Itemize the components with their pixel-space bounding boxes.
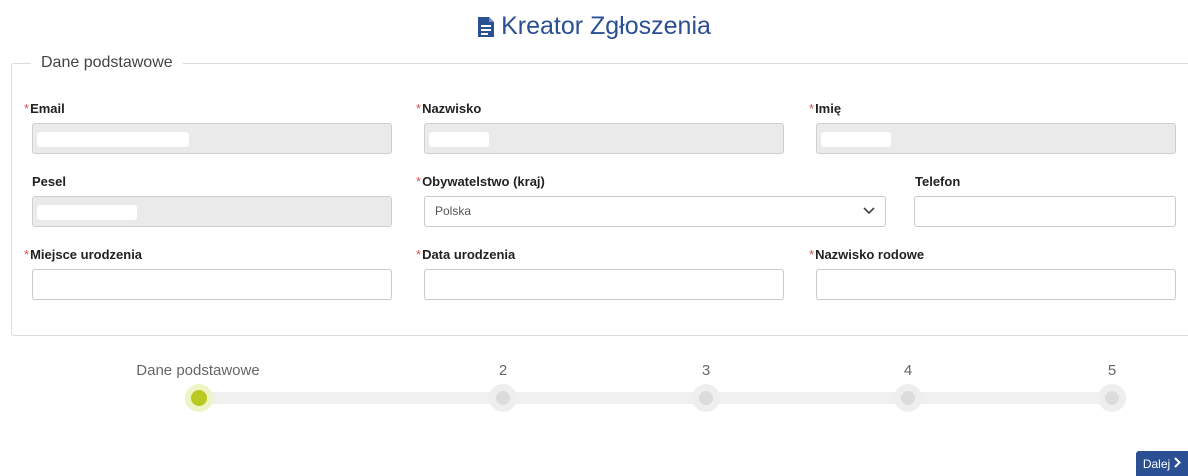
data-urodzenia-label: *Data urodzenia [416,247,516,262]
pesel-field[interactable] [32,196,392,227]
nazwisko-rodowe-field[interactable] [816,269,1176,300]
nazwisko-field[interactable] [424,123,784,154]
stepper-track [199,392,1113,404]
redacted-value [37,205,137,220]
page-title-text: Kreator Zgłoszenia [501,12,711,40]
step-label-3: 3 [701,362,711,379]
step-label-5: 5 [1107,362,1117,379]
next-button-label: Dalej [1142,456,1171,471]
step-label-4: 4 [903,362,913,379]
step-dot-3[interactable] [692,384,720,412]
redacted-value [429,132,489,147]
pesel-label: Pesel [32,174,66,189]
redacted-value [821,132,891,147]
section-legend: Dane podstawowe [31,54,183,72]
obywatelstwo-value: Polska [435,204,472,218]
step-dot-5[interactable] [1098,384,1126,412]
telefon-field[interactable] [914,196,1176,227]
email-label: *Email [24,101,65,116]
step-dot-1[interactable] [185,384,213,412]
page-title: Kreator Zgłoszenia [0,12,1188,41]
nazwisko-rodowe-label: *Nazwisko rodowe [809,247,925,262]
miejsce-urodzenia-label: *Miejsce urodzenia [24,247,143,262]
miejsce-urodzenia-field[interactable] [32,269,392,300]
obywatelstwo-label: *Obywatelstwo (kraj) [416,174,545,189]
document-icon [477,16,495,38]
chevron-down-icon [863,197,875,226]
step-label-2: 2 [498,362,508,379]
imie-field[interactable] [816,123,1176,154]
imie-label: *Imię [809,101,842,116]
next-button[interactable]: Dalej [1136,451,1188,476]
data-urodzenia-field[interactable] [424,269,784,300]
telefon-label: Telefon [915,174,961,189]
chevron-right-icon [1174,456,1182,471]
obywatelstwo-select[interactable]: Polska [424,196,886,227]
step-label-1: Dane podstawowe [136,362,260,379]
redacted-value [37,132,189,147]
nazwisko-label: *Nazwisko [416,101,482,116]
step-dot-2[interactable] [489,384,517,412]
email-field[interactable] [32,123,392,154]
step-dot-4[interactable] [894,384,922,412]
